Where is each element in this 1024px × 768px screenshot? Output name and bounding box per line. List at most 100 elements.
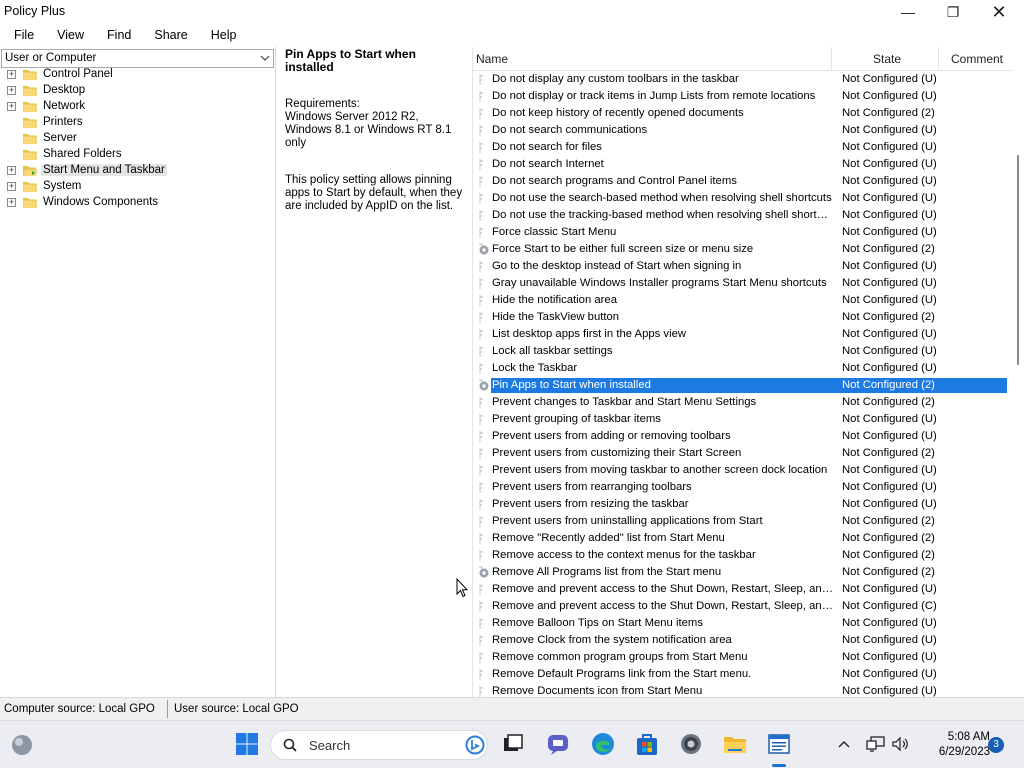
- menu-help[interactable]: Help: [205, 28, 246, 42]
- user-source-status: User source: Local GPO: [174, 703, 299, 715]
- file-explorer-icon[interactable]: [722, 731, 748, 757]
- close-button[interactable]: ✕: [976, 0, 1022, 24]
- policy-setting-icon: [479, 176, 483, 187]
- policy-row[interactable]: Prevent users from rearranging toolbars N…: [473, 479, 1009, 496]
- policy-row[interactable]: Lock all taskbar settings Not Configured …: [473, 343, 1009, 360]
- tree-item[interactable]: + Start Menu and Taskbar: [0, 163, 276, 179]
- policy-row[interactable]: Pin Apps to Start when installed Not Conf…: [473, 377, 1009, 394]
- policy-setting-icon: [479, 550, 483, 561]
- tree-item[interactable]: + Windows Components: [0, 195, 276, 211]
- folder-icon: [23, 86, 37, 96]
- policy-setting-icon: [479, 91, 483, 102]
- policy-row[interactable]: Remove Documents icon from Start Menu Not…: [473, 683, 1009, 697]
- policy-name: Force Start to be either full screen siz…: [492, 243, 754, 255]
- tree-item[interactable]: + Desktop: [0, 83, 276, 99]
- column-header-name[interactable]: Name: [476, 52, 508, 66]
- policy-row[interactable]: Prevent changes to Taskbar and Start Men…: [473, 394, 1009, 411]
- vertical-scrollbar[interactable]: [1014, 47, 1024, 697]
- tree-item[interactable]: + System: [0, 179, 276, 195]
- policy-row[interactable]: Do not use the tracking-based method whe…: [473, 207, 1009, 224]
- column-divider[interactable]: [831, 47, 832, 71]
- volume-icon[interactable]: [891, 736, 909, 752]
- edge-browser-icon[interactable]: [590, 731, 616, 757]
- policy-row[interactable]: Do not keep history of recently opened d…: [473, 105, 1009, 122]
- menu-file[interactable]: File: [0, 28, 43, 42]
- policy-row[interactable]: Go to the desktop instead of Start when …: [473, 258, 1009, 275]
- policy-row[interactable]: Lock the Taskbar Not Configured (U): [473, 360, 1009, 377]
- policy-row[interactable]: Do not display or track items in Jump Li…: [473, 88, 1009, 105]
- policy-row[interactable]: Hide the notification area Not Configured…: [473, 292, 1009, 309]
- expand-icon[interactable]: +: [7, 198, 16, 207]
- settings-gear-icon[interactable]: [678, 731, 704, 757]
- policy-plus-app-icon[interactable]: [766, 731, 792, 757]
- scope-dropdown[interactable]: User or Computer: [1, 49, 274, 68]
- expand-icon[interactable]: +: [7, 182, 16, 191]
- policy-row[interactable]: Remove "Recently added" list from Start …: [473, 530, 1009, 547]
- policy-row[interactable]: List desktop apps first in the Apps view…: [473, 326, 1009, 343]
- policy-row[interactable]: Prevent users from uninstalling applicat…: [473, 513, 1009, 530]
- policy-row[interactable]: Remove and prevent access to the Shut Do…: [473, 581, 1009, 598]
- policy-setting-icon: [479, 261, 483, 272]
- policy-row[interactable]: Prevent users from adding or removing to…: [473, 428, 1009, 445]
- taskbar-clock[interactable]: 5:08 AM 6/29/2023: [920, 730, 990, 760]
- folder-icon: [23, 182, 37, 192]
- maximize-button[interactable]: ❐: [930, 0, 976, 24]
- policy-setting-icon: [479, 227, 483, 238]
- column-header-comment[interactable]: Comment: [951, 52, 1003, 66]
- expand-icon[interactable]: +: [7, 102, 16, 111]
- column-divider[interactable]: [938, 47, 939, 71]
- task-view-icon[interactable]: [500, 731, 526, 757]
- policy-row[interactable]: Force Start to be either full screen siz…: [473, 241, 1009, 258]
- minimize-button[interactable]: —: [885, 0, 931, 24]
- policy-setting-icon: [479, 363, 483, 374]
- policy-row[interactable]: Do not search communications Not Configur…: [473, 122, 1009, 139]
- menu-view[interactable]: View: [51, 28, 93, 42]
- tree-item[interactable]: Server: [0, 131, 276, 147]
- expand-icon[interactable]: +: [7, 86, 16, 95]
- policy-name: Do not display or track items in Jump Li…: [492, 90, 816, 102]
- expand-icon[interactable]: +: [7, 70, 16, 79]
- policy-row[interactable]: Do not search programs and Control Panel…: [473, 173, 1009, 190]
- policy-row[interactable]: Remove Clock from the system notificatio…: [473, 632, 1009, 649]
- policy-row[interactable]: Hide the TaskView button Not Configured (…: [473, 309, 1009, 326]
- menu-share[interactable]: Share: [148, 28, 196, 42]
- chevron-up-icon[interactable]: [837, 738, 851, 752]
- policy-description: This policy setting allows pinning apps …: [285, 174, 463, 212]
- policy-row[interactable]: Remove All Programs list from the Start …: [473, 564, 1009, 581]
- policy-setting-icon: [479, 193, 483, 204]
- menu-find[interactable]: Find: [101, 28, 140, 42]
- tree-item[interactable]: + Network: [0, 99, 276, 115]
- policy-row[interactable]: Gray unavailable Windows Installer progr…: [473, 275, 1009, 292]
- policy-row[interactable]: Do not display any custom toolbars in th…: [473, 71, 1009, 88]
- start-button-icon[interactable]: [234, 731, 260, 757]
- policy-row[interactable]: Prevent users from resizing the taskbar N…: [473, 496, 1009, 513]
- policy-state: Not Configured (U): [842, 141, 937, 153]
- policy-row[interactable]: Force classic Start Menu Not Configured (…: [473, 224, 1009, 241]
- policy-row[interactable]: Prevent grouping of taskbar items Not Con…: [473, 411, 1009, 428]
- policy-row[interactable]: Do not search for files Not Configured (U…: [473, 139, 1009, 156]
- policy-row[interactable]: Remove common program groups from Start …: [473, 649, 1009, 666]
- policy-row[interactable]: Prevent users from moving taskbar to ano…: [473, 462, 1009, 479]
- scrollbar-thumb[interactable]: [1017, 155, 1019, 365]
- tree-item[interactable]: Shared Folders: [0, 147, 276, 163]
- microsoft-store-icon[interactable]: [634, 731, 660, 757]
- policy-row[interactable]: Remove Balloon Tips on Start Menu items N…: [473, 615, 1009, 632]
- policy-row[interactable]: Do not use the search-based method when …: [473, 190, 1009, 207]
- tree-item[interactable]: + Control Panel: [0, 67, 276, 83]
- policy-row[interactable]: Remove and prevent access to the Shut Do…: [473, 598, 1009, 615]
- policy-row[interactable]: Prevent users from customizing their Sta…: [473, 445, 1009, 462]
- policy-name: Remove "Recently added" list from Start …: [492, 532, 725, 544]
- policy-row[interactable]: Remove Default Programs link from the St…: [473, 666, 1009, 683]
- tree-item[interactable]: Printers: [0, 115, 276, 131]
- status-divider: [167, 700, 168, 718]
- teams-chat-icon[interactable]: [545, 731, 571, 757]
- weather-widget-icon[interactable]: [9, 732, 35, 758]
- bing-chat-icon[interactable]: [465, 735, 485, 755]
- column-header-state[interactable]: State: [873, 52, 901, 66]
- taskbar-search-box[interactable]: Search: [270, 730, 488, 760]
- policy-row[interactable]: Do not search Internet Not Configured (U): [473, 156, 1009, 173]
- network-icon[interactable]: [866, 735, 886, 753]
- policy-row[interactable]: Remove access to the context menus for t…: [473, 547, 1009, 564]
- notification-badge[interactable]: 3: [988, 737, 1004, 753]
- expand-icon[interactable]: +: [7, 166, 16, 175]
